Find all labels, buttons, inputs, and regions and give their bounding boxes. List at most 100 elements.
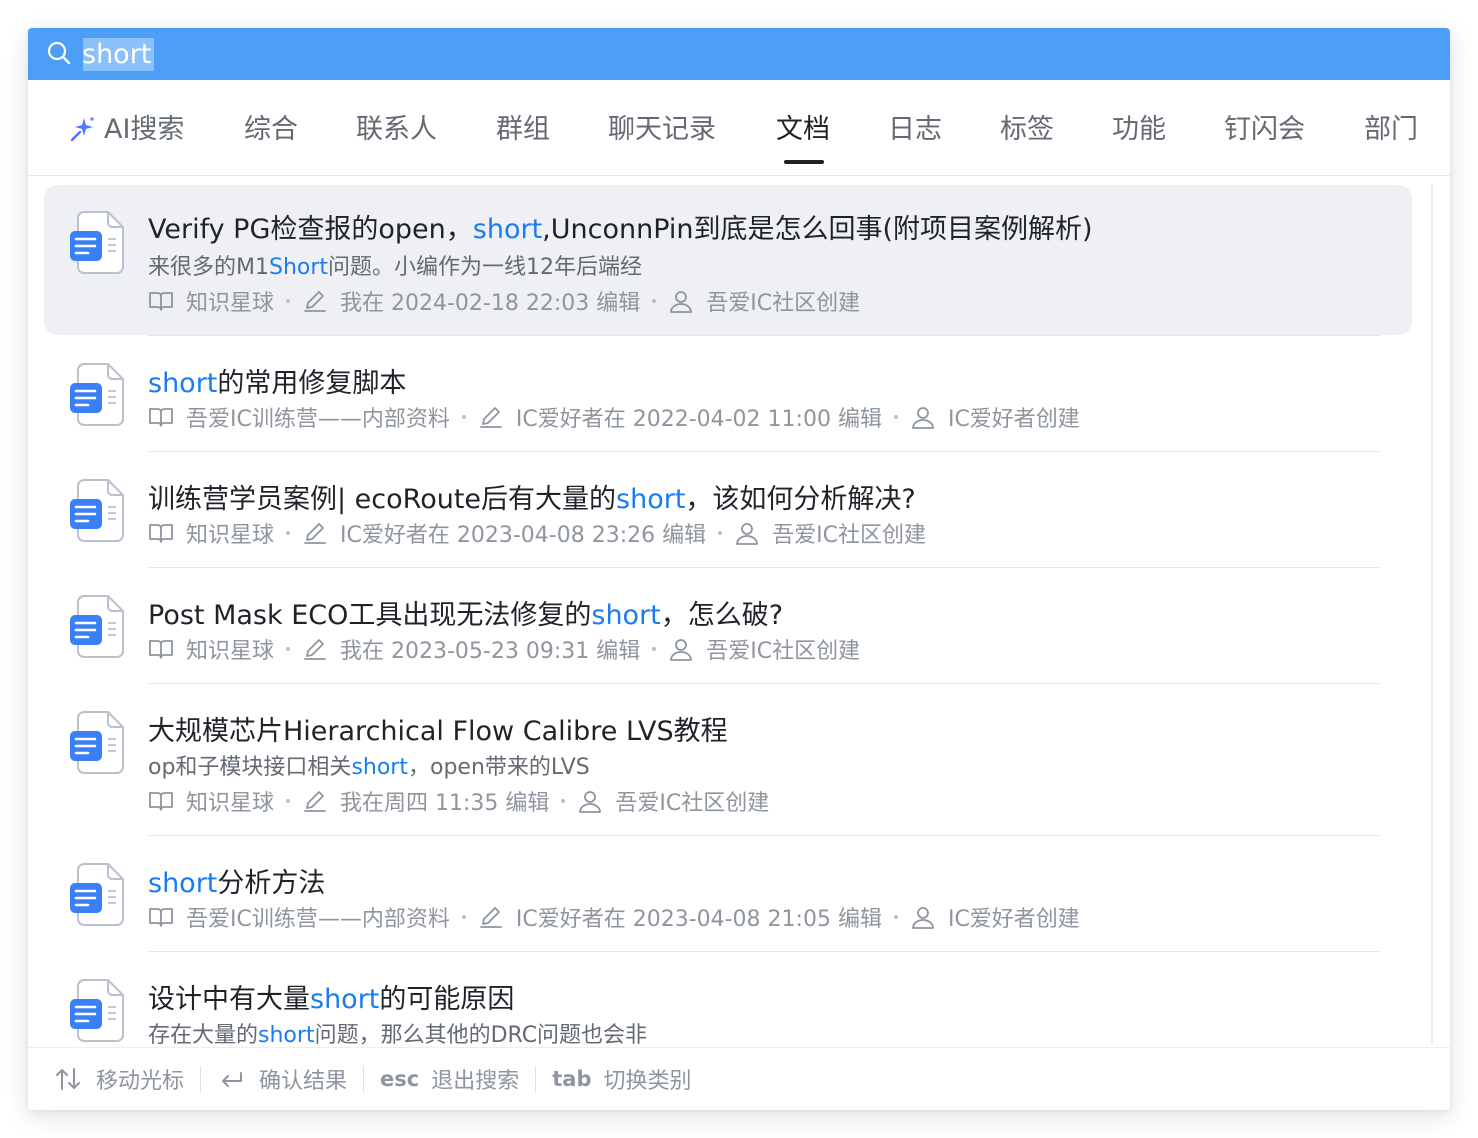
search-panel: AI搜索 综合 联系人 群组 聊天记录 文档 日志 标签 功能 钉闪会 部门 V…: [28, 28, 1450, 1110]
creator-info: 吾爱IC社区创建: [772, 523, 926, 548]
creator-info: 吾爱IC社区创建: [706, 639, 861, 664]
separator-dot: [286, 647, 291, 651]
user-icon: [668, 637, 694, 661]
separator-dot: [286, 799, 291, 803]
row-divider: [148, 683, 1380, 684]
tab-documents[interactable]: 文档: [776, 110, 830, 150]
separator-dot: [652, 647, 657, 651]
up-down-arrows-icon: [56, 1068, 80, 1090]
title-text: ，怎么破?: [660, 600, 784, 631]
document-icon: [70, 861, 126, 927]
result-item[interactable]: short的常用修复脚本 吾爱IC训练营——内部资料 IC爱好者在 2022-0…: [44, 347, 1412, 451]
creator-info: IC爱好者创建: [947, 407, 1080, 432]
tab-groups[interactable]: 群组: [496, 110, 550, 150]
result-item[interactable]: 设计中有大量short的可能原因 存在大量的short问题，那么其他的DRC问题也…: [44, 963, 1412, 1047]
search-bar: [28, 28, 1450, 80]
knowledge-space: 知识星球: [186, 523, 275, 548]
result-meta: 吾爱IC训练营——内部资料 IC爱好者在 2022-04-02 11:00 编辑…: [148, 401, 1080, 433]
row-divider: [148, 951, 1380, 952]
edit-icon: [302, 289, 328, 313]
edit-icon: [478, 405, 504, 429]
separator-dot: [893, 915, 898, 919]
knowledge-space: 吾爱IC训练营——内部资料: [186, 907, 450, 932]
results-list: Verify PG检查报的open，short,UnconnPin到底是怎么回事…: [28, 177, 1450, 1047]
result-meta: 知识星球 我在周四 11:35 编辑 吾爱IC社区创建: [148, 785, 769, 817]
tab-logs[interactable]: 日志: [888, 110, 942, 150]
result-title: short的常用修复脚本: [148, 361, 406, 400]
search-icon: [47, 41, 71, 65]
title-text: 训练营学员案例| ecoRoute后有大量的: [148, 484, 617, 515]
esc-key: esc: [380, 1067, 420, 1091]
separator-dot: [561, 799, 566, 803]
separator-dot: [286, 531, 291, 535]
hint-label: 退出搜索: [431, 1069, 520, 1094]
tab-departments[interactable]: 部门: [1364, 110, 1418, 150]
edit-info: 我在 2024-02-18 22:03 编辑: [340, 291, 641, 316]
tab-tags[interactable]: 标签: [1000, 110, 1054, 150]
separator-dot: [461, 915, 466, 919]
tab-ai-search[interactable]: AI搜索: [104, 110, 184, 150]
tab-flash-meeting[interactable]: 钉闪会: [1224, 110, 1305, 150]
result-item[interactable]: short分析方法 吾爱IC训练营——内部资料 IC爱好者在 2023-04-0…: [44, 847, 1412, 951]
title-text: 设计中有大量: [148, 984, 310, 1015]
title-text: 的可能原因: [379, 984, 515, 1015]
title-text: ,UnconnPin到底是怎么回事(附项目案例解析): [542, 214, 1093, 245]
result-item[interactable]: Verify PG检查报的open，short,UnconnPin到底是怎么回事…: [44, 185, 1412, 335]
result-title: 训练营学员案例| ecoRoute后有大量的short，该如何分析解决?: [148, 477, 916, 516]
result-item[interactable]: Post Mask ECO工具出现无法修复的short，怎么破? 知识星球 我在…: [44, 579, 1412, 683]
result-item[interactable]: 大规模芯片Hierarchical Flow Calibre LVS教程 op和子…: [44, 695, 1412, 835]
result-title: 大规模芯片Hierarchical Flow Calibre LVS教程: [148, 709, 728, 748]
hint-switch-category: tab 切换类别: [552, 1063, 691, 1095]
result-snippet: op和子模块接口相关short，open带来的LVS: [148, 749, 590, 781]
creator-info: 吾爱IC社区创建: [706, 291, 861, 316]
separator-dot: [461, 415, 466, 419]
search-input[interactable]: [82, 36, 982, 72]
match-highlight: Short: [268, 255, 329, 280]
result-meta: 吾爱IC训练营——内部资料 IC爱好者在 2023-04-08 21:05 编辑…: [148, 901, 1080, 933]
result-snippet: 来很多的M1Short问题。小编作为一线12年后端经: [148, 249, 642, 281]
tab-functions[interactable]: 功能: [1112, 110, 1166, 150]
match-highlight: short: [351, 755, 408, 780]
match-highlight: short: [472, 214, 543, 245]
user-icon: [910, 405, 936, 429]
book-icon: [148, 637, 174, 661]
result-title: Post Mask ECO工具出现无法修复的short，怎么破?: [148, 593, 783, 632]
creator-info: IC爱好者创建: [947, 907, 1080, 932]
divider: [535, 1066, 537, 1092]
result-item[interactable]: 训练营学员案例| ecoRoute后有大量的short，该如何分析解决? 知识星…: [44, 463, 1412, 567]
user-icon: [668, 289, 694, 313]
edit-icon: [302, 789, 328, 813]
title-text: 的常用修复脚本: [217, 368, 407, 399]
tab-contacts[interactable]: 联系人: [356, 110, 437, 150]
edit-info: 我在周四 11:35 编辑: [340, 791, 550, 816]
row-divider: [148, 567, 1380, 568]
scrollbar[interactable]: [1431, 185, 1433, 1045]
user-icon: [734, 521, 760, 545]
result-title: Verify PG检查报的open，short,UnconnPin到底是怎么回事…: [148, 207, 1093, 246]
snippet-text: ，open带来的LVS: [407, 755, 590, 780]
book-icon: [148, 521, 174, 545]
knowledge-space: 知识星球: [186, 791, 275, 816]
snippet-text: op和子模块接口相关: [148, 755, 352, 780]
row-divider: [148, 451, 1380, 452]
snippet-text: 存在大量的: [148, 1023, 259, 1047]
result-title: short分析方法: [148, 861, 325, 900]
row-divider: [148, 335, 1380, 336]
hint-move-cursor: 移动光标: [54, 1063, 217, 1095]
knowledge-space: 知识星球: [186, 291, 275, 316]
result-snippet: 存在大量的short问题，那么其他的DRC问题也会非: [148, 1017, 647, 1047]
enter-return-icon: [222, 1072, 243, 1087]
separator-dot: [718, 531, 723, 535]
snippet-text: 问题，那么其他的DRC问题也会非: [314, 1023, 648, 1047]
separator-dot: [893, 415, 898, 419]
title-text: 大规模芯片Hierarchical Flow Calibre LVS教程: [148, 716, 728, 747]
active-tab-indicator: [784, 160, 824, 164]
tab-all[interactable]: 综合: [244, 110, 298, 150]
document-icon: [70, 977, 126, 1043]
match-highlight: short: [310, 984, 380, 1015]
edit-icon: [302, 637, 328, 661]
tab-chat-history[interactable]: 聊天记录: [608, 110, 716, 150]
edit-info: IC爱好者在 2022-04-02 11:00 编辑: [515, 407, 882, 432]
match-highlight: short: [148, 868, 218, 899]
user-icon: [910, 905, 936, 929]
